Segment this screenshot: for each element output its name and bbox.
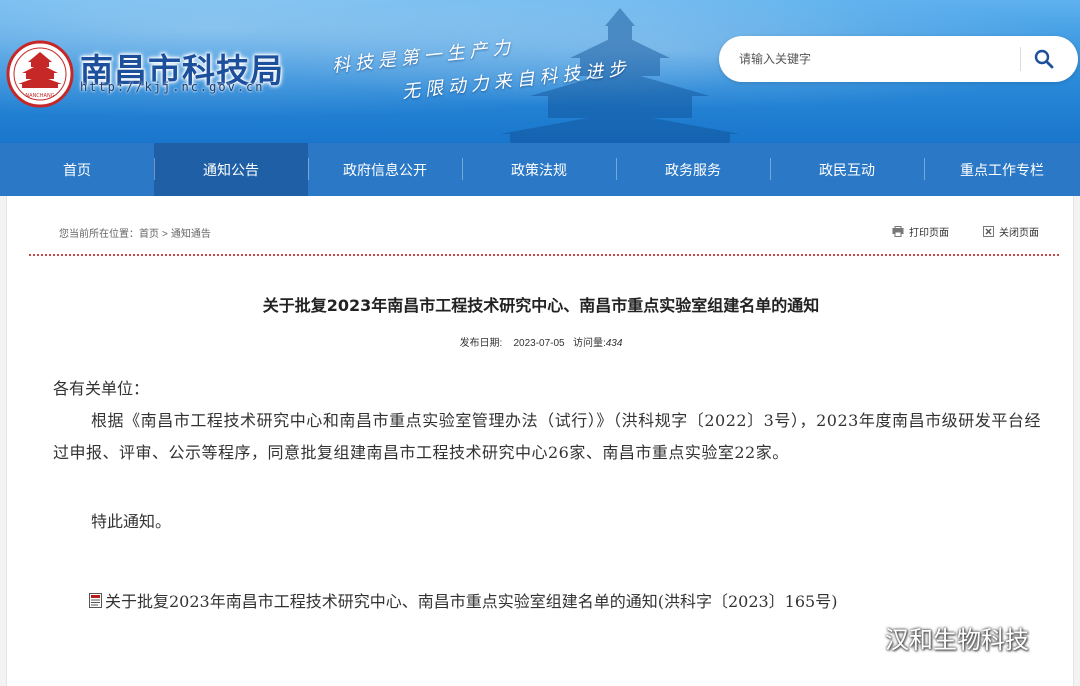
publish-date: 2023-07-05 [513,338,565,349]
nav-item-interaction[interactable]: 政民互动 [770,143,924,196]
breadcrumb-notices[interactable]: 通知通告 [171,229,211,240]
header-banner: NANCHANG 南昌市科技局 http://kjj.nc.gov.cn 科技是… [0,0,1080,143]
search-divider [1020,47,1021,71]
nav-item-home[interactable]: 首页 [0,143,154,196]
nav-item-policies[interactable]: 政策法规 [462,143,616,196]
nav-item-gov-info[interactable]: 政府信息公开 [308,143,462,196]
nav-item-notices[interactable]: 通知公告 [154,143,308,196]
print-page-button[interactable]: 打印页面 [892,224,949,239]
print-page-label: 打印页面 [909,228,949,239]
print-icon [892,226,904,237]
nav-item-key-work[interactable]: 重点工作专栏 [924,143,1080,196]
close-page-label: 关闭页面 [999,228,1039,239]
watermark-text: 汉和生物科技 [885,626,1029,654]
closing-text: 特此通知。 [91,512,172,531]
article-paragraph: 根据《南昌市工程技术研究中心和南昌市重点实验室管理办法（试行）》（洪科规字〔20… [53,411,1041,462]
close-page-button[interactable]: 关闭页面 [983,224,1039,239]
breadcrumb-separator: > [162,229,168,240]
article-title: 关于批复2023年南昌市工程技术研究中心、南昌市重点实验室组建名单的通知 [262,296,820,315]
search-button[interactable] [1028,44,1060,74]
search-box [719,36,1078,82]
divider [29,254,1059,256]
nav-item-services[interactable]: 政务服务 [616,143,770,196]
main-nav: 首页 通知公告 政府信息公开 政策法规 政务服务 政民互动 重点工作专栏 [0,143,1080,196]
attachment-link[interactable]: 关于批复2023年南昌市工程技术研究中心、南昌市重点实验室组建名单的通知(洪科字… [89,588,837,612]
site-url: http://kjj.nc.gov.cn [80,80,265,94]
logo-text: NANCHANG [25,93,54,99]
breadcrumb-prefix: 您当前所在位置： [59,229,139,240]
search-icon [1034,49,1054,69]
breadcrumb-home[interactable]: 首页 [139,229,159,240]
content-panel: 您当前所在位置：首页 > 通知通告 打印页面 关闭页面 关于批复2023年南昌市工程… [6,196,1074,686]
site-logo[interactable]: NANCHANG [6,40,74,108]
view-count: 434 [605,338,623,349]
search-input[interactable] [739,47,1019,71]
wechat-icon [844,625,877,649]
salutation: 各有关单位： [53,379,150,398]
breadcrumb: 您当前所在位置：首页 > 通知通告 [59,225,211,240]
close-icon [983,226,994,237]
document-icon [89,592,102,608]
watermark: 汉和生物科技 [843,620,1029,655]
attachment-label: 关于批复2023年南昌市工程技术研究中心、南昌市重点实验室组建名单的通知(洪科字… [105,592,838,611]
article-meta: 发布日期: 2023-07-05 访问量:434 [7,334,1075,349]
views-label: 访问量: [572,338,606,349]
date-label: 发布日期: [459,338,503,349]
